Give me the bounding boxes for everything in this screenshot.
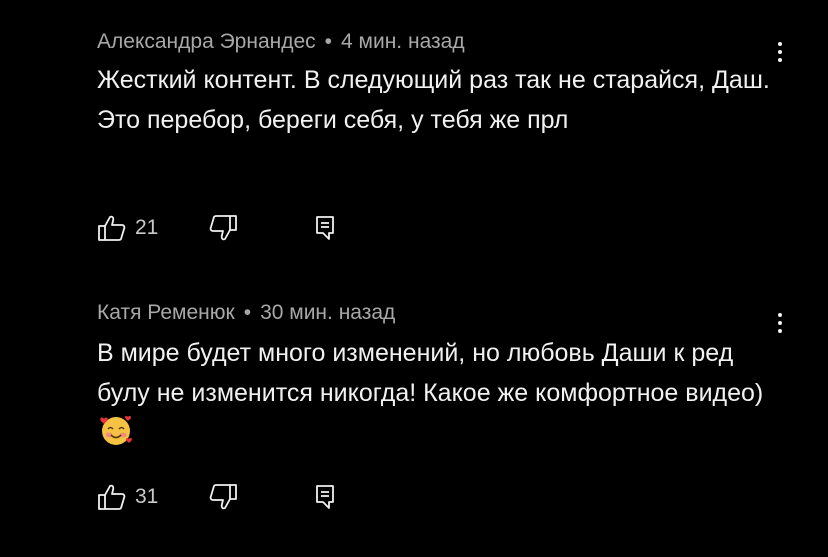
like-button[interactable]: 21 (97, 213, 158, 243)
smiling-face-with-hearts-icon (99, 413, 133, 459)
separator-dot: • (324, 30, 333, 53)
dislike-button[interactable] (208, 482, 238, 512)
reply-button[interactable] (313, 482, 339, 512)
dislike-button[interactable] (208, 213, 238, 243)
thumbs-up-icon (98, 484, 126, 510)
comment-text-content: В мире будет много изменений, но любовь … (97, 339, 764, 407)
comment-time[interactable]: 4 мин. назад (341, 30, 465, 53)
comment-author[interactable]: Катя Ременюк (97, 301, 235, 324)
like-button[interactable]: 31 (97, 482, 158, 512)
like-count: 31 (135, 485, 159, 508)
comment-meta: Александра Эрнандес • 4 мин. назад (97, 30, 465, 54)
reply-icon (316, 485, 334, 509)
thumbs-up-icon (98, 215, 126, 241)
separator-dot: • (243, 301, 252, 324)
reply-icon (316, 216, 334, 240)
thumbs-down-icon (209, 484, 237, 510)
comment-meta: Катя Ременюк • 30 мин. назад (97, 301, 395, 325)
comment-text: Жесткий контент. В следующий раз так не … (97, 66, 770, 134)
comment-text: В мире будет много изменений, но любовь … (97, 333, 777, 459)
comment-time[interactable]: 30 мин. назад (260, 301, 395, 324)
reply-button[interactable] (313, 213, 339, 243)
like-count: 21 (135, 216, 159, 239)
comment-author[interactable]: Александра Эрнандес (97, 30, 316, 53)
thumbs-down-icon (209, 215, 237, 241)
